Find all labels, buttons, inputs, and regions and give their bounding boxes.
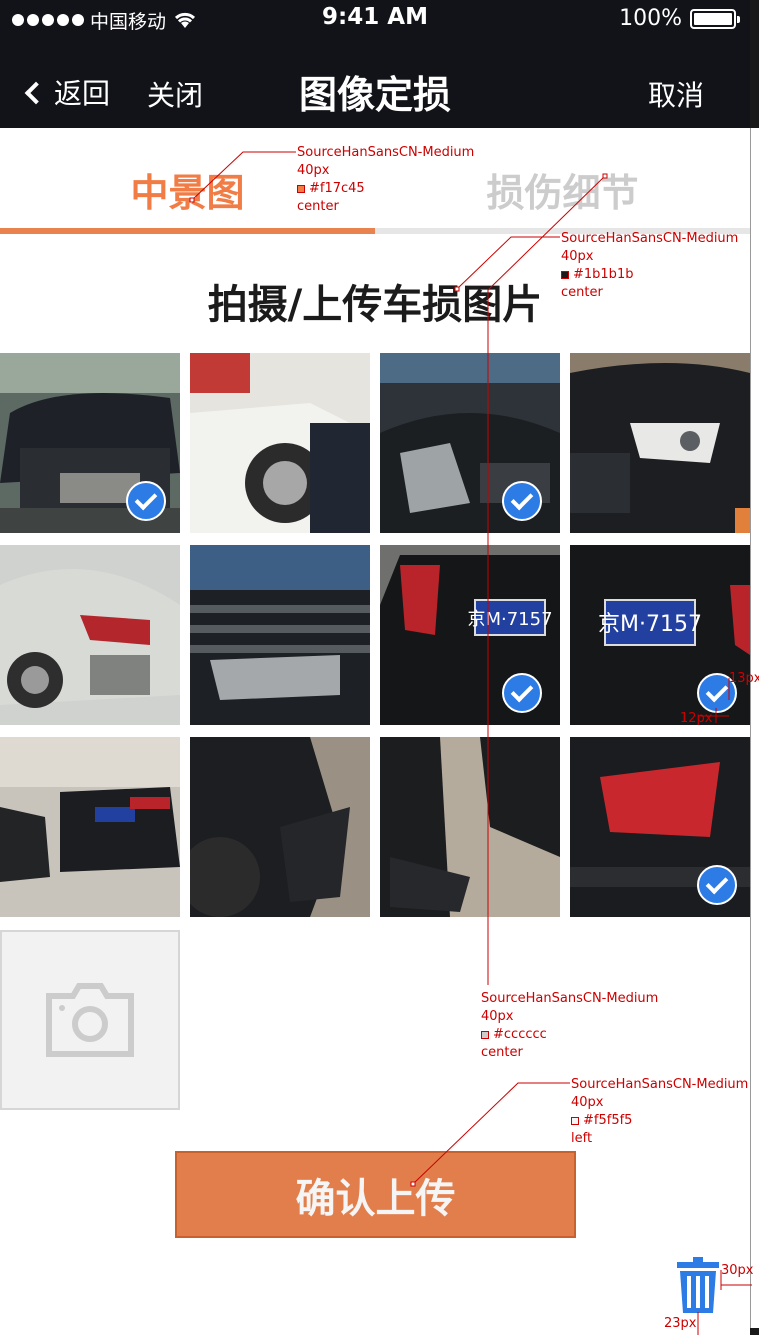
- confirm-upload-button[interactable]: 确认上传: [175, 1151, 576, 1238]
- photo-thumb[interactable]: [0, 737, 180, 917]
- camera-icon: [46, 983, 134, 1057]
- selected-check-icon[interactable]: [697, 865, 737, 905]
- photo-car-side-wheel: [190, 353, 370, 533]
- photo-thumb[interactable]: 京M·7157: [570, 545, 750, 725]
- photo-car-rear-street: [0, 737, 180, 917]
- photo-thumb[interactable]: [190, 353, 370, 533]
- annotation-trash-right: 30px: [721, 1263, 754, 1278]
- battery-percent: 100%: [619, 6, 682, 31]
- screen-edge-body: [750, 128, 759, 1328]
- annotation-confirm: SourceHanSansCN-Medium 40px #f5f5f5 left: [571, 1077, 749, 1146]
- tab-underline-active: [0, 228, 375, 234]
- selected-check-icon[interactable]: [502, 673, 542, 713]
- page-title: 图像定损: [298, 73, 451, 117]
- photo-thumb[interactable]: [0, 545, 180, 725]
- status-battery-group: 100%: [619, 6, 740, 31]
- photo-thumb[interactable]: [380, 737, 560, 917]
- cancel-button[interactable]: 取消: [648, 74, 704, 114]
- photo-thumb[interactable]: [190, 545, 370, 725]
- photo-thumb[interactable]: [570, 353, 750, 533]
- photo-rear-bumper-damage: [190, 737, 370, 917]
- annotation-tab-inactive: SourceHanSansCN-Medium 40px #cccccc cent…: [481, 991, 659, 1060]
- photo-grille-closeup: [190, 545, 370, 725]
- photo-thumb[interactable]: [380, 353, 560, 533]
- photo-thumb[interactable]: 京M·7157: [380, 545, 560, 725]
- top-bar: 中国移动 9:41 AM 100% 返回 关闭 图像定损 取消: [0, 0, 750, 128]
- photo-silver-car-rear-damage: [0, 545, 180, 725]
- battery-icon: [690, 8, 740, 29]
- annotation-trash-bottom: 23px: [664, 1316, 697, 1331]
- selected-check-icon[interactable]: [126, 481, 166, 521]
- annotation-check-right: 13px: [729, 671, 759, 686]
- annotation-section-title: SourceHanSansCN-Medium 40px #1b1b1b cent…: [561, 231, 739, 300]
- svg-text:京M·7157: 京M·7157: [467, 609, 552, 630]
- photo-thumb[interactable]: [190, 737, 370, 917]
- trash-icon[interactable]: [675, 1257, 721, 1313]
- photo-rear-bumper-damage-2: [380, 737, 560, 917]
- add-photo-button[interactable]: [0, 930, 180, 1110]
- svg-text:京M·7157: 京M·7157: [598, 612, 702, 637]
- selected-check-icon[interactable]: [502, 481, 542, 521]
- photo-car-headlight: [570, 353, 750, 533]
- photo-thumb[interactable]: [570, 737, 750, 917]
- annotation-tab-active: SourceHanSansCN-Medium 40px #f17c45 cent…: [297, 145, 475, 214]
- photo-thumb[interactable]: [0, 353, 180, 533]
- annotation-check-bottom: 12px: [680, 711, 713, 726]
